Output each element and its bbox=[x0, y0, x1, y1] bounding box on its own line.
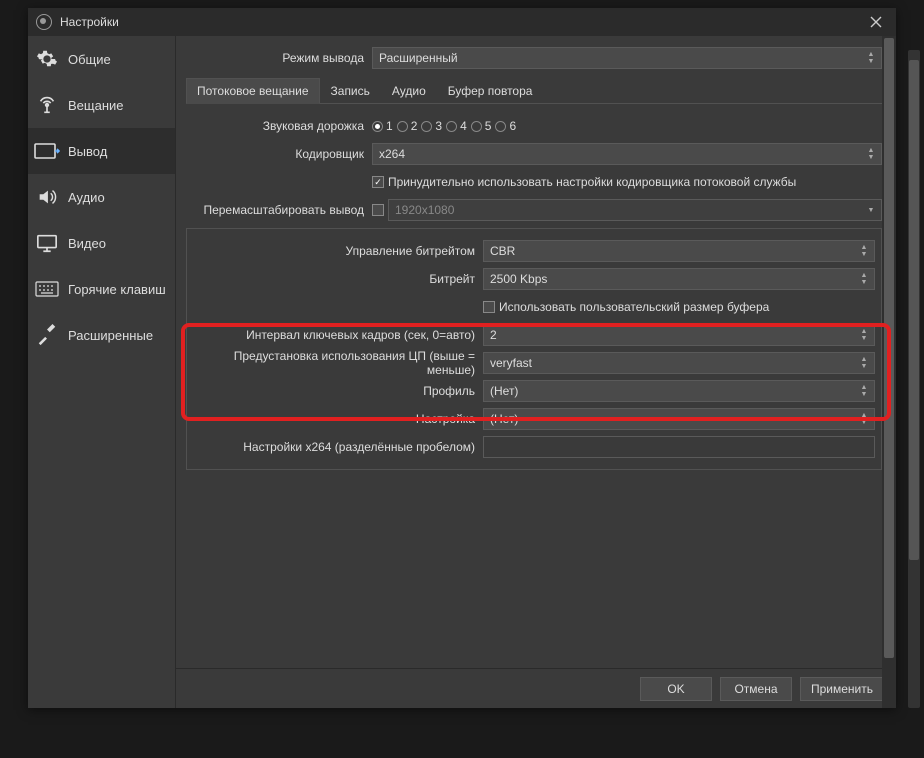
cpu-preset-combo[interactable]: veryfast▲▼ bbox=[483, 352, 875, 374]
keyint-label: Интервал ключевых кадров (сек, 0=авто) bbox=[193, 328, 483, 342]
track-radio-3[interactable]: 3 bbox=[421, 119, 442, 133]
rate-control-combo[interactable]: CBR▲▼ bbox=[483, 240, 875, 262]
track-radio-4[interactable]: 4 bbox=[446, 119, 467, 133]
output-tabs: Потоковое вещание Запись Аудио Буфер пов… bbox=[186, 78, 882, 104]
updown-icon: ▲▼ bbox=[856, 381, 872, 401]
speaker-icon bbox=[34, 184, 60, 210]
output-mode-combo[interactable]: Расширенный ▲▼ bbox=[372, 47, 882, 69]
custom-buffer-label: Использовать пользовательский размер буф… bbox=[499, 300, 769, 314]
sidebar-item-label: Аудио bbox=[68, 190, 105, 205]
apply-button[interactable]: Применить bbox=[800, 677, 884, 701]
content-scrollbar[interactable] bbox=[882, 36, 896, 708]
output-icon bbox=[34, 138, 60, 164]
titlebar: Настройки bbox=[28, 8, 896, 36]
settings-window: Настройки Общие Вещание Вывод Аудио bbox=[28, 8, 896, 708]
tab-recording[interactable]: Запись bbox=[320, 78, 381, 103]
track-radio-1[interactable]: 1 bbox=[372, 119, 393, 133]
custom-buffer-row: Использовать пользовательский размер буф… bbox=[193, 295, 875, 319]
gear-icon bbox=[34, 46, 60, 72]
keyint-spin[interactable]: 2▲▼ bbox=[483, 324, 875, 346]
profile-row: Профиль (Нет)▲▼ bbox=[193, 379, 875, 403]
ok-button[interactable]: OK bbox=[640, 677, 712, 701]
rescale-label: Перемасштабировать вывод bbox=[186, 203, 372, 217]
sidebar-item-general[interactable]: Общие bbox=[28, 36, 175, 82]
tune-label: Настройка bbox=[193, 412, 483, 426]
close-button[interactable] bbox=[864, 10, 888, 34]
output-mode-label: Режим вывода bbox=[186, 51, 372, 65]
antenna-icon bbox=[34, 92, 60, 118]
custom-buffer-checkbox[interactable] bbox=[483, 301, 495, 313]
rescale-combo[interactable]: 1920x1080 ▼ bbox=[388, 199, 882, 221]
updown-icon: ▲▼ bbox=[856, 409, 872, 429]
cancel-button[interactable]: Отмена bbox=[720, 677, 792, 701]
bitrate-spin[interactable]: 2500 Kbps▲▼ bbox=[483, 268, 875, 290]
x264opts-input[interactable] bbox=[483, 436, 875, 458]
updown-icon: ▲▼ bbox=[863, 48, 879, 68]
outer-scrollbar[interactable] bbox=[908, 50, 920, 708]
window-title: Настройки bbox=[60, 15, 119, 29]
dialog-footer: OK Отмена Применить bbox=[176, 668, 896, 708]
enforce-row: Принудительно использовать настройки код… bbox=[186, 170, 882, 194]
enforce-checkbox[interactable] bbox=[372, 176, 384, 188]
rate-control-row: Управление битрейтом CBR▲▼ bbox=[193, 239, 875, 263]
sidebar-item-label: Общие bbox=[68, 52, 111, 67]
profile-combo[interactable]: (Нет)▲▼ bbox=[483, 380, 875, 402]
content-area: Режим вывода Расширенный ▲▼ Потоковое ве… bbox=[176, 36, 896, 708]
sidebar-item-hotkeys[interactable]: Горячие клавиш bbox=[28, 266, 175, 312]
tab-replay-buffer[interactable]: Буфер повтора bbox=[437, 78, 544, 103]
updown-icon: ▲▼ bbox=[856, 353, 872, 373]
cpu-preset-label: Предустановка использования ЦП (выше = м… bbox=[193, 349, 483, 377]
x264opts-label: Настройки x264 (разделённые пробелом) bbox=[193, 440, 483, 454]
encoder-settings-box: Управление битрейтом CBR▲▼ Битрейт 2500 … bbox=[186, 228, 882, 470]
output-mode-row: Режим вывода Расширенный ▲▼ bbox=[186, 46, 882, 70]
sidebar: Общие Вещание Вывод Аудио Видео Горячие … bbox=[28, 36, 176, 708]
rescale-checkbox[interactable] bbox=[372, 204, 384, 216]
updown-icon: ▲▼ bbox=[856, 241, 872, 261]
bitrate-row: Битрейт 2500 Kbps▲▼ bbox=[193, 267, 875, 291]
sidebar-item-advanced[interactable]: Расширенные bbox=[28, 312, 175, 358]
encoder-combo[interactable]: x264 ▲▼ bbox=[372, 143, 882, 165]
sidebar-item-output[interactable]: Вывод bbox=[28, 128, 175, 174]
track-radio-6[interactable]: 6 bbox=[495, 119, 516, 133]
dropdown-icon: ▼ bbox=[863, 200, 879, 220]
enforce-label: Принудительно использовать настройки код… bbox=[388, 175, 796, 189]
app-icon bbox=[36, 14, 52, 30]
updown-icon: ▲▼ bbox=[856, 325, 872, 345]
tab-audio[interactable]: Аудио bbox=[381, 78, 437, 103]
audio-track-row: Звуковая дорожка 1 2 3 4 5 6 bbox=[186, 114, 882, 138]
keyint-row: Интервал ключевых кадров (сек, 0=авто) 2… bbox=[193, 323, 875, 347]
cpu-preset-row: Предустановка использования ЦП (выше = м… bbox=[193, 351, 875, 375]
track-radio-2[interactable]: 2 bbox=[397, 119, 418, 133]
sidebar-item-stream[interactable]: Вещание bbox=[28, 82, 175, 128]
outer-scrollbar-thumb[interactable] bbox=[909, 60, 919, 560]
scrollbar-thumb[interactable] bbox=[884, 38, 894, 658]
rescale-row: Перемасштабировать вывод 1920x1080 ▼ bbox=[186, 198, 882, 222]
updown-icon: ▲▼ bbox=[863, 144, 879, 164]
monitor-icon bbox=[34, 230, 60, 256]
tools-icon bbox=[34, 322, 60, 348]
sidebar-item-label: Вещание bbox=[68, 98, 124, 113]
tune-combo[interactable]: (Нет)▲▼ bbox=[483, 408, 875, 430]
sidebar-item-audio[interactable]: Аудио bbox=[28, 174, 175, 220]
sidebar-item-label: Горячие клавиш bbox=[68, 282, 166, 297]
x264opts-row: Настройки x264 (разделённые пробелом) bbox=[193, 435, 875, 459]
updown-icon: ▲▼ bbox=[856, 269, 872, 289]
keyboard-icon bbox=[34, 276, 60, 302]
tune-row: Настройка (Нет)▲▼ bbox=[193, 407, 875, 431]
track-radio-5[interactable]: 5 bbox=[471, 119, 492, 133]
sidebar-item-label: Видео bbox=[68, 236, 106, 251]
bitrate-label: Битрейт bbox=[193, 272, 483, 286]
tab-streaming[interactable]: Потоковое вещание bbox=[186, 78, 320, 104]
profile-label: Профиль bbox=[193, 384, 483, 398]
encoder-label: Кодировщик bbox=[186, 147, 372, 161]
encoder-row: Кодировщик x264 ▲▼ bbox=[186, 142, 882, 166]
sidebar-item-label: Вывод bbox=[68, 144, 107, 159]
audio-track-label: Звуковая дорожка bbox=[186, 119, 372, 133]
sidebar-item-label: Расширенные bbox=[68, 328, 153, 343]
sidebar-item-video[interactable]: Видео bbox=[28, 220, 175, 266]
rate-control-label: Управление битрейтом bbox=[193, 244, 483, 258]
